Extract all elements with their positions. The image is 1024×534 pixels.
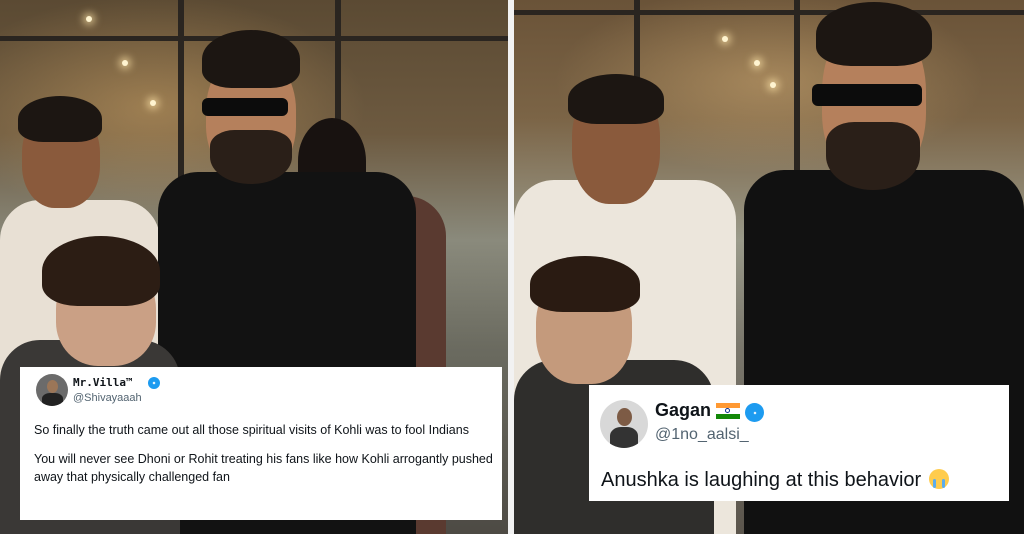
tweet-card: Gagan @1no_aalsi_ Anushka is laughing at… [589, 385, 1009, 501]
tweet-paragraph: So finally the truth came out all those … [34, 423, 469, 437]
tweet-paragraph: You will never see Dhoni or Rohit treati… [34, 452, 493, 484]
sunglasses [812, 84, 922, 106]
ceiling-light [722, 36, 728, 42]
avatar [36, 374, 68, 406]
tweet-text-content: Anushka is laughing at this behavior [601, 469, 922, 491]
display-name: Mr.Villa™ [73, 376, 133, 389]
user-handle: @Shivayaaah [73, 392, 142, 404]
tweet-card: Mr.Villa™ @Shivayaaah So finally the tru… [20, 367, 502, 520]
ceiling-light [122, 60, 128, 66]
india-flag-icon [716, 403, 740, 419]
tweet-text: So finally the truth came out all those … [34, 421, 494, 497]
user-handle: @1no_aalsi_ [655, 426, 749, 443]
sunglasses [202, 98, 288, 116]
ceiling-light [86, 16, 92, 22]
loudly-crying-face-icon [928, 469, 949, 489]
tweet-text: Anushka is laughing at this behavior [601, 469, 949, 492]
verified-badge-icon [148, 377, 160, 389]
ceiling-light [150, 100, 156, 106]
ceiling-light [754, 60, 760, 66]
avatar [600, 400, 648, 448]
verified-badge-icon [745, 403, 764, 422]
display-name: Gagan [655, 400, 712, 420]
ceiling-light [770, 82, 776, 88]
window-frame [514, 10, 1024, 15]
